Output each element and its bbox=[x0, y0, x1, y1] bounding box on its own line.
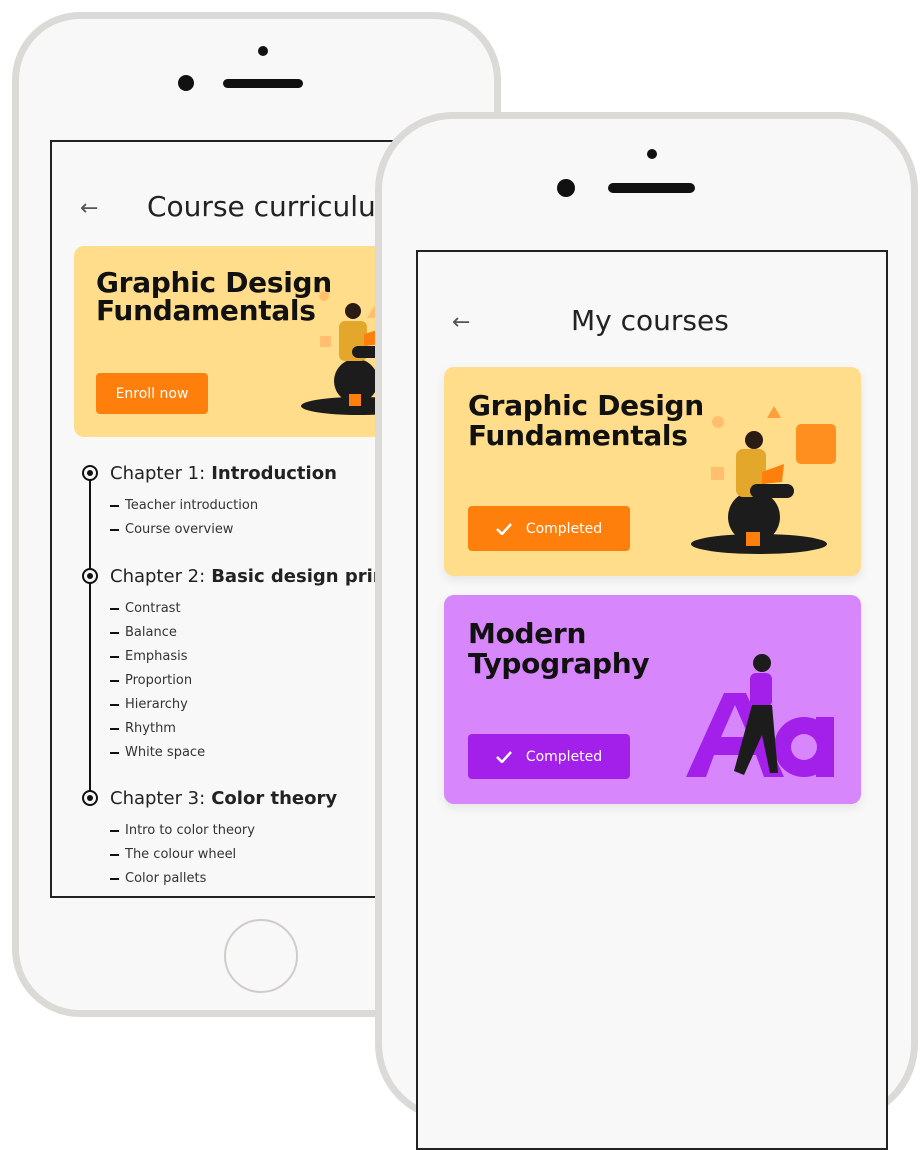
lesson-item[interactable]: Proportion bbox=[110, 673, 192, 688]
lesson-item[interactable]: Hierarchy bbox=[110, 697, 188, 712]
lesson-item[interactable]: Contrast bbox=[110, 601, 181, 616]
my-courses-screen: ← My courses Graphic Design Fundamentals… bbox=[416, 250, 888, 1150]
page-title: My courses bbox=[571, 304, 729, 337]
completed-button[interactable]: Completed bbox=[468, 506, 630, 551]
camera-icon bbox=[178, 75, 194, 91]
lesson-item[interactable]: Course overview bbox=[110, 522, 233, 537]
lesson-item[interactable]: Color pallets bbox=[110, 871, 206, 886]
camera-icon bbox=[557, 179, 575, 197]
lesson-item[interactable]: White space bbox=[110, 745, 205, 760]
lesson-item[interactable]: Rhythm bbox=[110, 721, 176, 736]
phone-front: ← My courses Graphic Design Fundamentals… bbox=[375, 112, 918, 1150]
course-card-graphic-design[interactable]: Graphic Design Fundamentals Completed bbox=[444, 367, 861, 576]
chapter-3-heading[interactable]: Chapter 3: Color theory bbox=[110, 788, 337, 809]
course-title-line2: Fundamentals bbox=[468, 419, 688, 452]
lesson-item[interactable]: The colour wheel bbox=[110, 847, 236, 862]
status-label: Completed bbox=[525, 748, 603, 765]
chapter-bullet bbox=[82, 465, 98, 481]
course-card-modern-typography[interactable]: Modern Typography Completed bbox=[444, 595, 861, 804]
course-title-line2: Fundamentals bbox=[96, 294, 316, 327]
chapter-bullet bbox=[82, 568, 98, 584]
course-title-line1: Graphic Design bbox=[468, 389, 704, 422]
lesson-item[interactable]: Emphasis bbox=[110, 649, 188, 664]
timeline-line bbox=[89, 480, 91, 800]
lesson-item[interactable]: Teacher introduction bbox=[110, 498, 258, 513]
course-title-line2: Typography bbox=[468, 647, 650, 680]
sensor-icon bbox=[647, 149, 657, 159]
walking-woman-illustration bbox=[686, 654, 834, 777]
page-title: Course curriculum bbox=[147, 190, 404, 223]
back-arrow-icon[interactable]: ← bbox=[452, 312, 470, 334]
lesson-item[interactable]: Intro to color theory bbox=[110, 823, 255, 838]
completed-button[interactable]: Completed bbox=[468, 734, 630, 779]
speaker-icon bbox=[608, 183, 695, 193]
check-icon bbox=[495, 750, 512, 763]
lesson-item[interactable]: Balance bbox=[110, 625, 177, 640]
reader-illustration bbox=[691, 406, 836, 554]
status-label: Completed bbox=[525, 520, 603, 537]
sensor-icon bbox=[258, 46, 268, 56]
back-arrow-icon[interactable]: ← bbox=[80, 198, 98, 220]
home-button[interactable] bbox=[224, 919, 298, 993]
course-title-line1: Modern bbox=[468, 617, 587, 650]
enroll-button[interactable]: Enroll now bbox=[96, 373, 208, 414]
chapter-bullet bbox=[82, 790, 98, 806]
chapter-1-heading[interactable]: Chapter 1: Introduction bbox=[110, 463, 337, 484]
check-icon bbox=[495, 522, 512, 535]
speaker-icon bbox=[223, 79, 303, 88]
